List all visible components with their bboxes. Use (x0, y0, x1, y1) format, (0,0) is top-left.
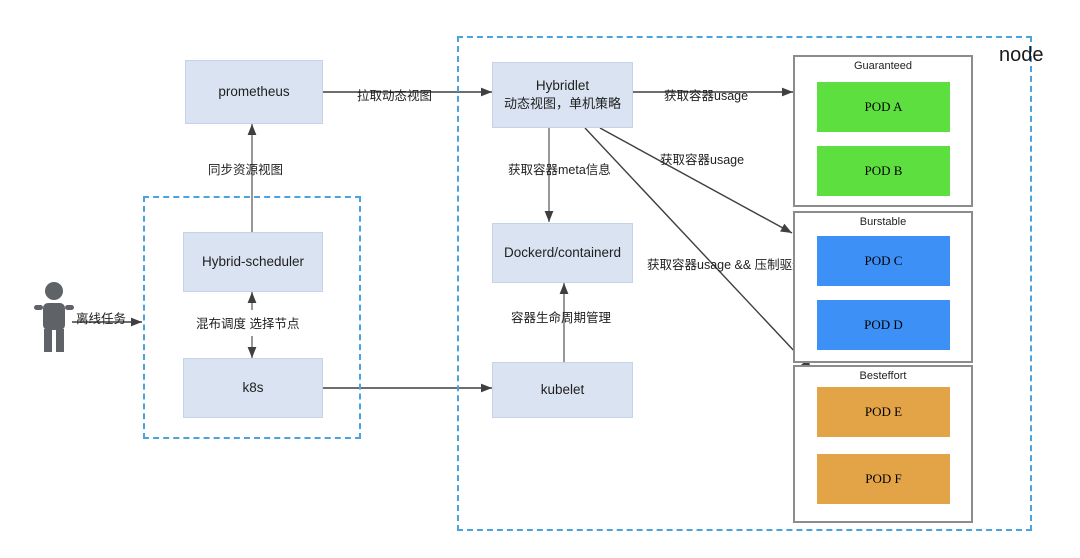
edge-label-usage-guaranteed: 获取容器usage (664, 89, 749, 103)
pod-d[interactable]: POD D (817, 300, 950, 350)
component-dockerd[interactable]: Dockerd/containerd (492, 223, 633, 283)
component-prometheus-label: prometheus (218, 84, 290, 100)
qos-group-burstable-title: Burstable (859, 216, 907, 228)
component-hybridlet-subtitle: 动态视图，单机策略 (503, 96, 621, 112)
component-kubelet-label: kubelet (540, 382, 585, 398)
pod-d-label: POD D (864, 317, 903, 332)
edge-label-usage-burstable: 获取容器usage (660, 153, 745, 167)
component-kubelet[interactable]: kubelet (492, 362, 633, 418)
pod-f-label: POD F (865, 471, 902, 486)
component-hybrid-scheduler[interactable]: Hybrid-scheduler (183, 232, 323, 292)
pod-c-label: POD C (864, 253, 903, 268)
component-hybrid-scheduler-label: Hybrid-scheduler (201, 254, 305, 270)
pod-b-label: POD B (864, 163, 903, 178)
pod-c[interactable]: POD C (817, 236, 950, 286)
edge-label-usage-evict-besteffort: 获取容器usage && 压制驱逐 (647, 258, 805, 272)
diagram-canvas: node 离线任务 prometheus Hybrid-scheduler k8… (0, 0, 1080, 558)
component-hybridlet[interactable]: Hybridlet 动态视图，单机策略 (492, 62, 633, 128)
pod-e-label: POD E (864, 404, 903, 419)
edge-label-sync-resource-view: 同步资源视图 (208, 163, 284, 177)
qos-group-besteffort-title: Besteffort (859, 370, 907, 382)
edge-label-offline-task: 离线任务 (76, 312, 127, 326)
actor-user (32, 281, 76, 353)
pod-a[interactable]: POD A (817, 82, 950, 132)
pod-f[interactable]: POD F (817, 454, 950, 504)
component-dockerd-label: Dockerd/containerd (503, 245, 622, 261)
edge-label-container-lifecycle: 容器生命周期管理 (511, 311, 612, 325)
edge-label-pull-dynamic-view: 拉取动态视图 (357, 89, 433, 103)
node-zone-label: node (999, 44, 1044, 66)
edge-label-container-meta: 获取容器meta信息 (508, 163, 611, 177)
pod-a-label: POD A (864, 99, 903, 114)
edge-label-hybrid-schedule-select-node: 混布调度 选择节点 (196, 317, 300, 331)
pod-e[interactable]: POD E (817, 387, 950, 437)
component-hybridlet-title: Hybridlet (535, 77, 590, 93)
component-prometheus[interactable]: prometheus (185, 60, 323, 124)
pod-b[interactable]: POD B (817, 146, 950, 196)
component-k8s[interactable]: k8s (183, 358, 323, 418)
qos-group-guaranteed-title: Guaranteed (853, 60, 913, 72)
component-k8s-label: k8s (242, 380, 264, 396)
actor-head-icon (45, 282, 63, 300)
